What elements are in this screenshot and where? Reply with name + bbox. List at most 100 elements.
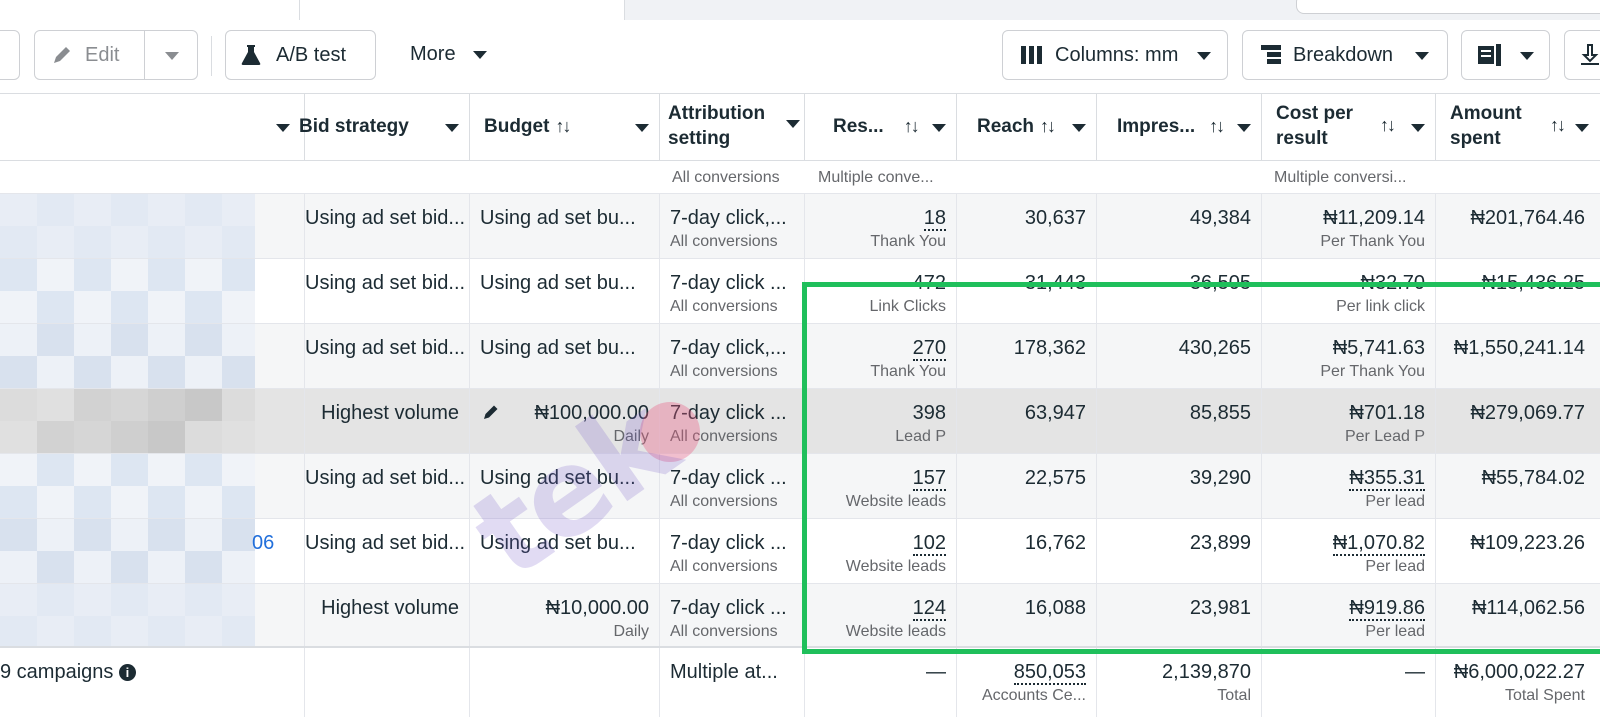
pencil-icon[interactable] — [482, 403, 500, 427]
info-icon[interactable]: i — [118, 664, 136, 682]
campaign-name-cell[interactable] — [0, 389, 305, 453]
redaction-block — [148, 356, 185, 388]
redaction-block — [74, 259, 111, 291]
attribution-sub: All conversions — [670, 623, 778, 640]
more-button[interactable]: More — [395, 30, 499, 80]
redaction-block — [74, 584, 111, 616]
ab-test-button[interactable]: A/B test — [225, 30, 376, 80]
totals-label-cell: 9 campaigns i — [0, 648, 305, 717]
sort-icon[interactable]: ↑↓ — [1550, 114, 1566, 137]
header-results[interactable]: Res... ↑↓ — [805, 94, 957, 160]
sort-icon[interactable]: ↑↓ — [1380, 114, 1396, 137]
redaction-block — [185, 519, 222, 551]
breakdown-button[interactable]: Breakdown — [1242, 30, 1448, 80]
table-row[interactable]: Using ad set bid... Using ad set bu... 7… — [0, 194, 1600, 259]
redaction-block — [111, 291, 148, 323]
header-reach[interactable]: Reach ↑↓ — [957, 94, 1097, 160]
header-label: Amount — [1450, 103, 1522, 125]
redaction-block — [74, 194, 111, 226]
chevron-down-icon — [1520, 52, 1534, 60]
cost-value[interactable]: ₦11,209.14 — [1323, 207, 1425, 229]
results-wrap: 18 — [815, 204, 946, 232]
split-divider — [144, 31, 145, 79]
sort-icon[interactable]: ↑↓ — [1209, 115, 1225, 138]
totals-results-cell: — — [805, 648, 957, 717]
header-name[interactable] — [0, 94, 305, 160]
redacted-name — [0, 519, 255, 583]
header-attribution[interactable]: Attribution setting — [660, 94, 805, 160]
redaction-block — [148, 291, 185, 323]
results-sub: Multiple conve... — [818, 169, 934, 186]
bid-strategy: Highest volume — [321, 597, 459, 619]
redacted-name — [0, 584, 255, 648]
campaign-name-cell[interactable] — [0, 584, 305, 648]
chevron-down-icon[interactable] — [1237, 124, 1251, 132]
attribution-value: 7-day click ... — [670, 597, 787, 619]
redaction-block — [185, 421, 222, 453]
header-bid-strategy[interactable]: Bid strategy — [299, 94, 470, 160]
totals-cost-cell: — — [1262, 648, 1436, 717]
search-box-edge[interactable] — [1296, 0, 1600, 14]
chevron-down-icon[interactable] — [932, 124, 946, 132]
redaction-block — [222, 584, 255, 616]
sort-icon[interactable]: ↑↓ — [1040, 115, 1056, 138]
redaction-block — [37, 389, 74, 421]
redaction-block — [0, 454, 37, 486]
redaction-block — [74, 226, 111, 258]
top-strip-segment — [310, 0, 625, 20]
budget-cell[interactable]: Using ad set bu... — [470, 259, 660, 323]
attribution-cell: 7-day click ... All conversions — [660, 519, 805, 583]
redaction-block — [222, 519, 255, 551]
redaction-block — [37, 551, 74, 583]
campaign-name-cell[interactable] — [0, 194, 305, 258]
redaction-block — [74, 616, 111, 648]
results-value[interactable]: 18 — [923, 207, 946, 231]
export-button[interactable] — [1564, 30, 1600, 80]
chevron-down-icon[interactable] — [1575, 124, 1589, 132]
header-label: setting — [668, 128, 731, 149]
chevron-down-icon[interactable] — [635, 124, 649, 132]
amount-value: ₦201,764.46 — [1470, 207, 1585, 229]
header-impressions[interactable]: Impres... ↑↓ — [1097, 94, 1262, 160]
sort-icon[interactable]: ↑↓ — [904, 115, 920, 138]
columns-button[interactable]: Columns: mm — [1002, 30, 1228, 80]
chevron-down-icon[interactable] — [276, 124, 290, 132]
campaign-name-cell[interactable]: 06 — [0, 519, 305, 583]
redaction-block — [37, 226, 74, 258]
redacted-name — [0, 454, 255, 518]
chevron-down-icon[interactable] — [1072, 124, 1086, 132]
reports-button[interactable] — [1461, 30, 1550, 80]
redacted-name — [0, 259, 255, 323]
redaction-block — [0, 584, 37, 616]
edit-button[interactable]: Edit — [34, 30, 198, 80]
totals-attribution: Multiple at... — [670, 661, 778, 683]
campaign-name-cell[interactable] — [0, 324, 305, 388]
redaction-block — [185, 551, 222, 583]
redaction-block — [222, 356, 255, 388]
header-budget[interactable]: Budget ↑↓ — [470, 94, 660, 160]
header-cost-per-result[interactable]: Cost per result ↑↓ — [1262, 94, 1436, 160]
redaction-block — [0, 421, 37, 453]
totals-reach[interactable]: 850,053 — [1013, 661, 1086, 685]
chevron-down-icon[interactable] — [1411, 124, 1425, 132]
cut-off-button[interactable] — [0, 30, 20, 80]
chevron-down-icon[interactable] — [445, 124, 459, 132]
redaction-block — [148, 259, 185, 291]
budget-cell[interactable]: ₦10,000.00 Daily — [470, 584, 660, 648]
budget-cell[interactable]: Using ad set bu... — [470, 194, 660, 258]
campaign-name-cell[interactable] — [0, 259, 305, 323]
redaction-block — [74, 421, 111, 453]
redaction-block — [37, 421, 74, 453]
redaction-block — [111, 226, 148, 258]
budget-cell[interactable]: Using ad set bu... — [470, 324, 660, 388]
redaction-block — [185, 194, 222, 226]
attribution-value: 7-day click ... — [670, 272, 787, 294]
redaction-block — [148, 389, 185, 421]
header-amount-spent[interactable]: Amount spent ↑↓ — [1436, 94, 1600, 160]
redaction-block — [111, 389, 148, 421]
campaign-name-suffix[interactable]: 06 — [252, 529, 274, 557]
chevron-down-icon[interactable] — [786, 120, 800, 128]
campaign-name-cell[interactable] — [0, 454, 305, 518]
chevron-down-icon[interactable] — [165, 52, 179, 60]
sort-icon[interactable]: ↑↓ — [555, 115, 571, 138]
